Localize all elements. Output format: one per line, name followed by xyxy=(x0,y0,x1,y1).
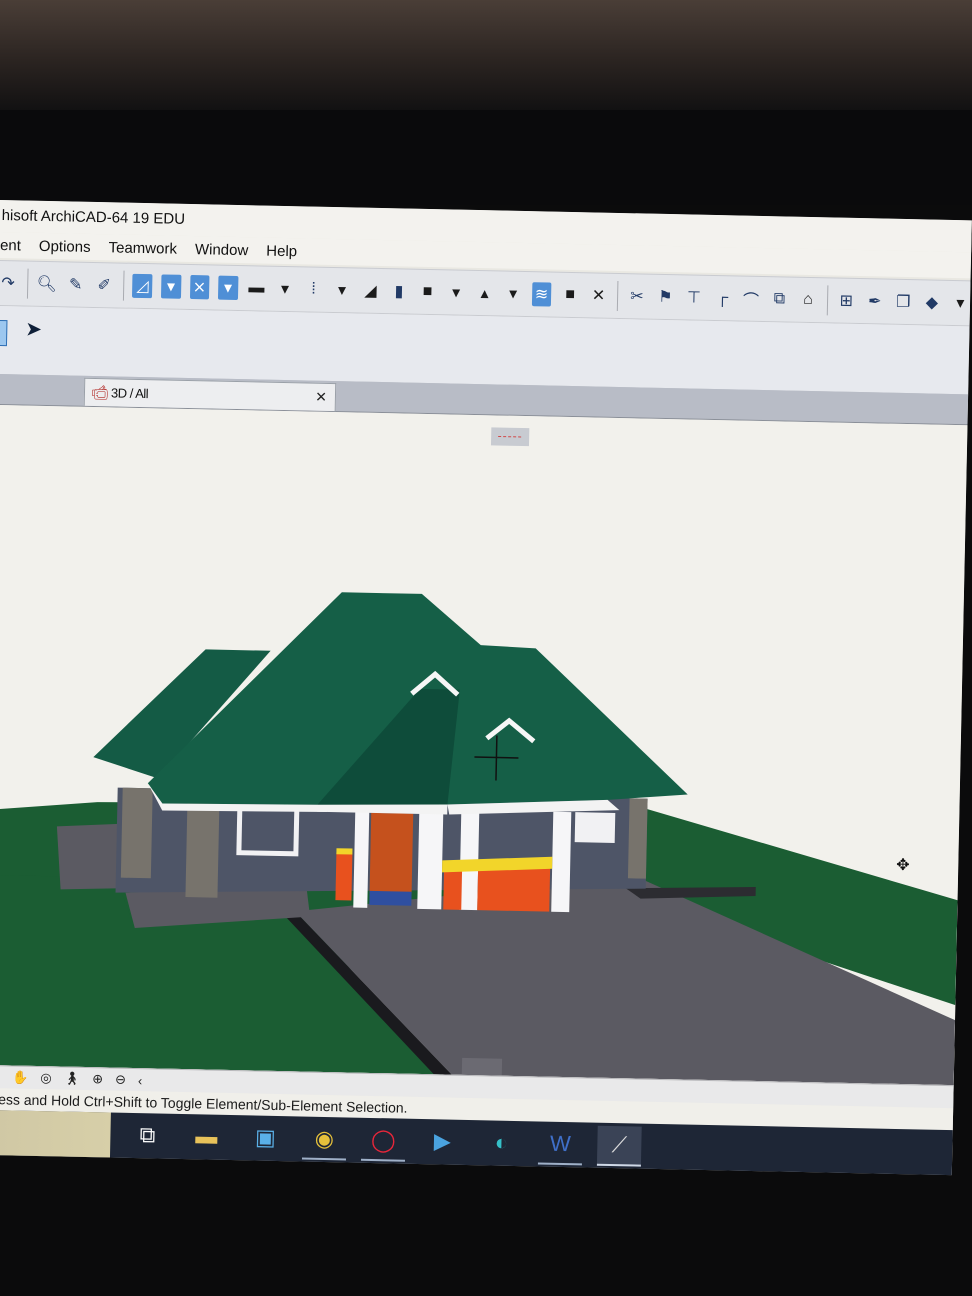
scissors-icon[interactable]: ✂ xyxy=(627,284,647,308)
level-icon[interactable]: ⊤ xyxy=(684,285,704,309)
menu-options[interactable]: Options xyxy=(38,237,91,255)
window-left-pane xyxy=(241,810,295,852)
crosshair-horizontal xyxy=(474,756,519,759)
archicad-window: hisoft ArchiCAD-64 19 EDU ent Options Te… xyxy=(0,200,972,1176)
corner-icon[interactable]: ┌ xyxy=(712,286,732,310)
object-icon[interactable]: ▴ xyxy=(475,281,495,305)
dropdown-icon[interactable]: ▾ xyxy=(446,280,466,304)
tab-label: 3D / All xyxy=(110,385,149,402)
camera-icon[interactable]: ⧉ xyxy=(769,287,789,311)
taskbar-left-area[interactable] xyxy=(0,1109,111,1159)
eyedropper-icon[interactable]: ✎ xyxy=(66,272,86,296)
box-icon[interactable]: ■ xyxy=(418,280,438,304)
3d-model-view: ✥ xyxy=(0,427,958,1086)
snap-icon[interactable]: ⨯ xyxy=(189,274,210,300)
toolbar-separator xyxy=(826,285,828,316)
menu-element[interactable]: ent xyxy=(0,236,21,254)
toolbar-separator xyxy=(122,270,125,301)
railing-right xyxy=(477,865,551,912)
stone-pillar-left xyxy=(120,787,153,879)
stone-pillar-middle xyxy=(185,797,220,898)
tab-3d-all[interactable]: 📹︎ 3D / All ✕ xyxy=(83,377,337,412)
close-x-icon[interactable]: ✕ xyxy=(589,283,609,307)
orbit-icon[interactable]: ◎ xyxy=(40,1070,52,1086)
opera-icon[interactable]: ◯ xyxy=(360,1120,406,1162)
dropdown-icon[interactable]: ▾ xyxy=(160,274,181,299)
camera-3d-icon: 📹︎ xyxy=(90,383,109,401)
house-icon[interactable]: ⌂ xyxy=(798,288,818,312)
dropdown-icon[interactable]: ▾ xyxy=(332,278,352,302)
selected-tool-marker[interactable] xyxy=(0,319,8,347)
task-view-icon[interactable]: ⧉ xyxy=(125,1116,170,1157)
syringe-icon[interactable]: ✐ xyxy=(94,273,114,297)
window-right xyxy=(574,812,616,844)
dark-box-icon[interactable]: ■ xyxy=(560,283,580,307)
zoom-icon[interactable]: 🔍︎ xyxy=(36,272,57,296)
porch-column-1 xyxy=(353,807,370,908)
monitor-bezel xyxy=(0,110,972,205)
archicad-icon[interactable]: ⟋ xyxy=(596,1125,642,1167)
curve-icon[interactable]: ⌒ xyxy=(741,287,761,311)
menu-window[interactable]: Window xyxy=(194,241,249,259)
monitor-frame-top xyxy=(0,0,972,110)
pan-hand-icon[interactable]: ✋ xyxy=(12,1069,28,1085)
3d-viewport[interactable]: ✥ xyxy=(0,404,968,1086)
pen-icon[interactable]: ✒ xyxy=(865,289,885,313)
porch-column-2 xyxy=(417,808,444,910)
undo-icon[interactable]: ↷ xyxy=(0,271,18,295)
railing-left-cap xyxy=(336,848,353,855)
zoom-in-icon[interactable]: ⊕ xyxy=(92,1071,103,1087)
menu-help[interactable]: Help xyxy=(265,242,297,260)
grid-icon[interactable]: ⁞ xyxy=(304,277,324,301)
dropdown-icon[interactable]: ▾ xyxy=(217,275,239,300)
dropdown-icon[interactable]: ▾ xyxy=(503,282,523,306)
layer-pointer-icon[interactable]: ◿ xyxy=(132,273,153,299)
edge-icon[interactable]: ◐ xyxy=(479,1123,524,1164)
orbit-cursor-icon: ✥ xyxy=(896,855,910,874)
flag-icon[interactable]: ⚑ xyxy=(655,285,675,309)
slab-icon[interactable]: ◢ xyxy=(361,279,381,303)
toolbar-separator xyxy=(26,268,28,299)
wall-icon[interactable]: ▬ xyxy=(247,276,267,300)
file-explorer-icon[interactable]: ▬ xyxy=(184,1117,229,1158)
menu-teamwork[interactable]: Teamwork xyxy=(107,239,177,257)
word-icon[interactable]: W xyxy=(537,1124,583,1166)
this-pc-icon[interactable]: ▣ xyxy=(243,1118,288,1159)
viewport-bottom-handle[interactable] xyxy=(461,1057,503,1076)
door-step xyxy=(369,890,412,906)
stone-pillar-right xyxy=(627,798,648,879)
copy-icon[interactable]: ❐ xyxy=(893,290,913,314)
scroll-left-icon[interactable]: ‹ xyxy=(138,1073,143,1088)
column-icon[interactable]: ▮ xyxy=(389,279,409,303)
schedule-icon[interactable]: ⊞ xyxy=(836,289,856,313)
dropdown-icon[interactable]: ▾ xyxy=(950,291,970,315)
close-icon[interactable]: ✕ xyxy=(315,384,327,411)
chrome-icon[interactable]: ◉ xyxy=(301,1119,347,1161)
stair-icon[interactable]: ≋ xyxy=(531,282,552,307)
media-player-icon[interactable]: ▶ xyxy=(420,1122,465,1163)
front-door xyxy=(369,812,414,894)
dropdown-icon[interactable]: ▾ xyxy=(275,277,295,301)
arrow-selection-icon[interactable]: ➤ xyxy=(25,317,42,342)
render-icon[interactable]: ◆ xyxy=(922,290,942,314)
walk-icon[interactable]: 🚶︎ xyxy=(63,1071,81,1087)
toolbar-separator xyxy=(617,280,619,311)
porch-column-4 xyxy=(551,811,572,913)
railing-left xyxy=(335,852,353,901)
zoom-fit-icon[interactable]: ⊖ xyxy=(115,1072,126,1088)
